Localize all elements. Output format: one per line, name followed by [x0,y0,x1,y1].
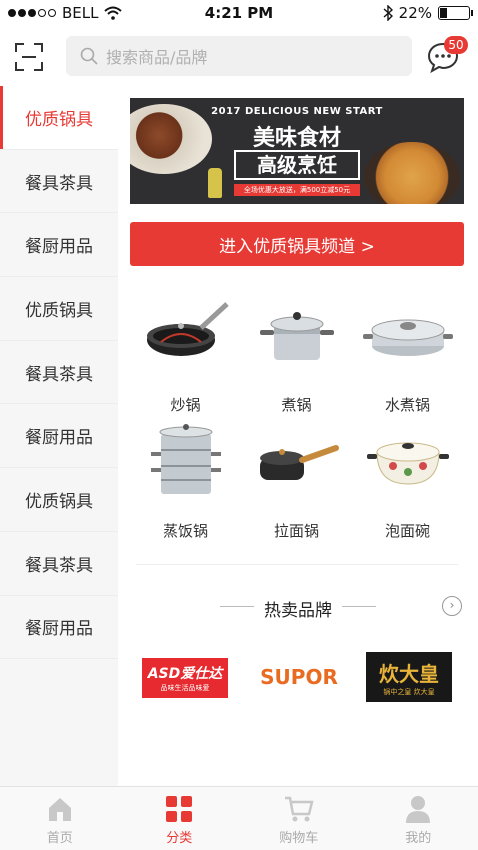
sidebar-item-tableware[interactable]: 餐具茶具 [0,150,118,214]
top-header: 搜索商品/品牌 50 [0,28,478,86]
brand-asd-logo[interactable]: ASD爱仕达 品味生活品味爱 [142,658,228,698]
banner-promo: 全场优惠大放送，满500立减50元 [234,184,360,196]
brand-chuidahuang-logo[interactable]: 炊大皇 锅中之皇 炊大皇 [366,652,452,702]
product-label: 蒸饭锅 [162,522,208,540]
sidebar-item-tableware[interactable]: 餐具茶具 [0,532,118,596]
product-item[interactable]: 蒸饭锅 [130,422,241,541]
product-item[interactable]: 炒锅 [130,296,241,415]
brand-supor-logo[interactable]: SUPOR [256,652,342,702]
sidebar-item-kitchen[interactable]: 餐厨用品 [0,596,118,660]
banner-subtitle: 2017 DELICIOUS NEW START [211,106,383,117]
enter-channel-button[interactable]: 进入优质锅具频道 > [130,222,464,266]
brand-name: 炊大皇 [379,661,439,686]
sidebar-item-cookware[interactable]: 优质锅具 [0,277,118,341]
product-item[interactable]: 拉面锅 [241,422,352,541]
battery-percent: 22% [398,4,432,22]
sidebar-item-label: 优质锅具 [25,491,93,512]
product-item[interactable]: 水煮锅 [352,296,463,415]
brand-tagline: 品味生活品味爱 [160,684,210,692]
steamer-icon [150,424,221,494]
product-item[interactable]: 泡面碗 [352,422,463,541]
product-label: 煮锅 [281,396,312,414]
casserole-icon [362,319,453,356]
banner-title: 美味食材 [252,126,341,151]
tab-label: 我的 [405,831,432,846]
sidebar-item-label: 优质锅具 [25,300,93,321]
search-icon [80,47,98,65]
search-input[interactable]: 搜索商品/品牌 [66,36,412,76]
tab-label: 首页 [46,831,73,846]
banner-bracket-text: 高级烹饪 [234,150,360,180]
sidebar-item-label: 餐具茶具 [25,173,93,194]
battery-icon [438,6,473,20]
tab-label: 购物车 [279,831,319,846]
home-icon [48,798,71,821]
scan-icon[interactable] [14,42,44,72]
hot-brands-title: 热卖品牌 [264,601,332,621]
stockpot-icon [259,312,334,360]
wok-icon [146,302,229,356]
sidebar-item-label: 餐具茶具 [25,555,93,576]
tab-cart[interactable]: 购物车 [239,787,359,850]
saucepan-icon [259,445,339,480]
sidebar-item-label: 优质锅具 [25,109,93,130]
sidebar-item-tableware[interactable]: 餐具茶具 [0,341,118,405]
brand-name: ASD爱仕达 [147,666,223,682]
tab-label: 分类 [166,831,193,846]
promo-banner[interactable]: 2017 DELICIOUS NEW START 美味食材 高级烹饪 全场优惠大… [130,98,464,204]
tab-mine[interactable]: 我的 [359,787,478,850]
tab-category[interactable]: 分类 [120,787,240,850]
category-sidebar: 优质锅具 餐具茶具 餐厨用品 优质锅具 餐具茶具 餐厨用品 优质锅具 餐具茶具 … [0,86,118,786]
product-label: 泡面碗 [384,522,430,540]
bottle-image [208,168,222,198]
cart-icon [284,796,314,822]
chevron-right-icon[interactable]: › [442,596,462,616]
product-label: 拉面锅 [273,522,319,540]
bluetooth-icon [383,5,393,21]
sidebar-item-label: 餐厨用品 [25,428,93,449]
status-bar: BELL 4:21 PM 22% [0,0,478,28]
product-label: 水煮锅 [384,396,430,414]
product-item[interactable]: 煮锅 [241,296,352,415]
bottom-tab-bar: 首页 分类 购物车 我的 [0,786,478,850]
message-badge: 50 [444,36,468,54]
sidebar-item-cookware[interactable]: 优质锅具 [0,468,118,532]
category-content: 2017 DELICIOUS NEW START 美味食材 高级烹饪 全场优惠大… [118,86,478,786]
sidebar-item-label: 餐厨用品 [25,619,93,640]
sidebar-item-label: 餐厨用品 [25,237,93,258]
user-icon [406,796,431,823]
brand-tagline: 锅中之皇 炊大皇 [383,687,435,696]
sidebar-item-label: 餐具茶具 [25,364,93,385]
category-icon [166,796,193,822]
tab-home[interactable]: 首页 [0,787,120,850]
section-divider [136,564,458,565]
search-placeholder: 搜索商品/品牌 [106,48,208,67]
enamel-pot-icon [366,442,449,485]
brand-name: SUPOR [260,665,338,689]
title-line-right [342,606,376,607]
sidebar-item-kitchen[interactable]: 餐厨用品 [0,213,118,278]
sidebar-item-cookware[interactable]: 优质锅具 [0,86,118,150]
product-label: 炒锅 [170,396,201,414]
sidebar-item-kitchen[interactable]: 餐厨用品 [0,404,118,469]
